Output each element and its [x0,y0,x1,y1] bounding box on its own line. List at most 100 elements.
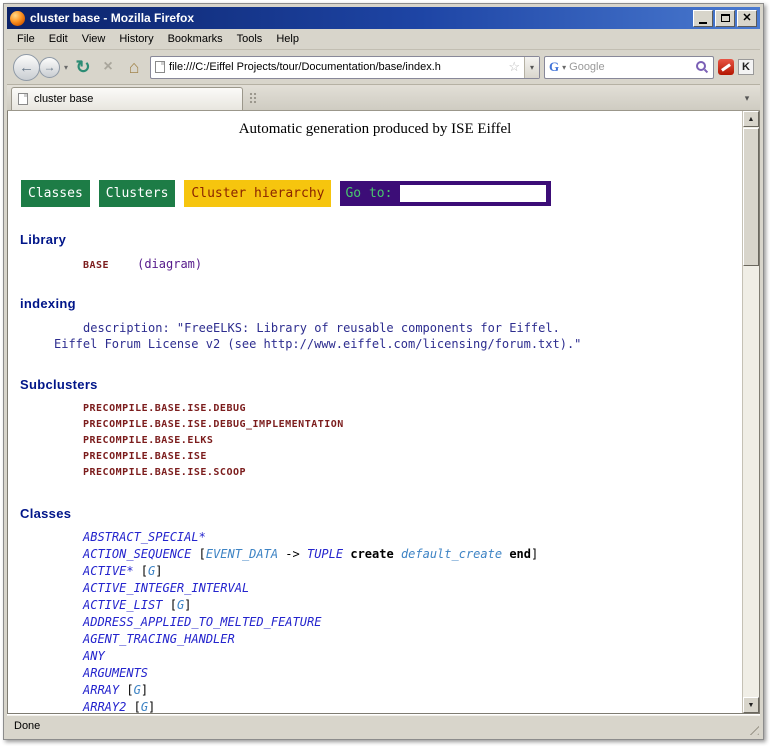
class-link[interactable]: G [141,700,148,713]
subcluster-link[interactable]: PRECOMPILE.BASE.ISE.DEBUG_IMPLEMENTATION [83,417,742,433]
maximize-button[interactable] [715,10,735,27]
google-logo-icon[interactable]: G [549,59,559,75]
maximize-icon [721,14,730,22]
class-link[interactable]: G [134,683,141,697]
scroll-up-button[interactable]: ▲ [743,111,759,127]
status-bar: Done [7,714,760,736]
class-entry: ACTIVE_INTEGER_INTERVAL [83,580,742,597]
search-input[interactable] [569,61,692,73]
navigation-toolbar: ← → ▾ ↻ × ⌂ ☆ ▾ G ▾ K [7,50,760,85]
resize-grip[interactable] [746,722,759,735]
title-bar[interactable]: cluster base - Mozilla Firefox ✕ [7,7,760,29]
subcluster-link[interactable]: PRECOMPILE.BASE.ELKS [83,433,742,449]
search-magnifier-icon[interactable] [695,60,709,74]
indexing-heading: indexing [20,296,742,311]
back-button[interactable]: ← [13,54,40,81]
class-entry: ARGUMENTS [83,665,742,682]
scroll-down-button[interactable]: ▼ [743,697,759,713]
minimize-button[interactable] [693,10,713,27]
back-icon: ← [19,59,34,76]
page-favicon [155,61,165,73]
class-entry: AGENT_TRACING_HANDLER [83,631,742,648]
class-text: ] [531,547,538,561]
library-name-link[interactable]: BASE [83,260,109,271]
menu-history[interactable]: History [112,30,160,48]
class-link[interactable]: ABSTRACT_SPECIAL* [83,530,206,544]
page-nav-buttons: Classes Clusters Cluster hierarchy Go to… [21,180,742,207]
clusters-button[interactable]: Clusters [99,180,176,207]
class-link[interactable]: ARRAY2 [83,700,126,713]
subclusters-list: PRECOMPILE.BASE.ISE.DEBUGPRECOMPILE.BASE… [8,401,742,481]
goto-input[interactable] [400,185,546,202]
tab-label: cluster base [34,93,93,105]
classes-button[interactable]: Classes [21,180,90,207]
class-link[interactable]: ARGUMENTS [83,666,148,680]
tab-cluster-base[interactable]: cluster base [11,87,243,110]
window-controls: ✕ [693,10,757,27]
menu-bar: FileEditViewHistoryBookmarksToolsHelp [7,29,760,50]
menu-bookmarks[interactable]: Bookmarks [161,30,230,48]
forward-button[interactable]: → [39,57,60,78]
stop-button[interactable]: × [98,58,118,76]
class-link[interactable]: ANY [83,649,105,663]
scrollbar-thumb[interactable] [743,128,759,266]
extension-k-icon[interactable]: K [738,59,754,75]
class-entry: ABSTRACT_SPECIAL* [83,529,742,546]
reload-icon: ↻ [75,57,90,77]
vertical-scrollbar[interactable]: ▲ ▼ [742,111,759,713]
class-link[interactable]: ADDRESS_APPLIED_TO_MELTED_FEATURE [83,615,321,629]
location-dropdown-button[interactable]: ▾ [524,57,539,78]
subclusters-heading: Subclusters [20,377,742,392]
extension-red-icon[interactable] [718,59,734,75]
indexing-description-line2: Eiffel Forum License v2 (see http://www.… [54,336,742,352]
indexing-description-line1: description: "FreeELKS: Library of reusa… [83,320,742,336]
history-dropdown-button[interactable]: ▾ [64,63,68,72]
minimize-icon [699,22,707,24]
menu-view[interactable]: View [75,30,113,48]
subcluster-link[interactable]: PRECOMPILE.BASE.ISE.SCOOP [83,465,742,481]
subcluster-link[interactable]: PRECOMPILE.BASE.ISE.DEBUG [83,401,742,417]
class-text: [ [162,598,176,612]
home-button[interactable]: ⌂ [122,57,146,78]
cluster-hierarchy-button[interactable]: Cluster hierarchy [184,180,331,207]
status-text: Done [14,720,40,732]
class-text: [ [191,547,205,561]
menu-tools[interactable]: Tools [230,30,270,48]
class-link[interactable]: ACTIVE* [83,564,134,578]
class-link[interactable]: ACTIVE_LIST [83,598,162,612]
tab-bar: cluster base ▾ [7,85,760,111]
forward-icon: → [44,60,56,74]
document-page: Automatic generation produced by ISE Eif… [8,111,742,713]
bookmark-star-icon[interactable]: ☆ [508,59,520,75]
search-engine-dropdown[interactable]: ▾ [562,63,566,72]
class-link[interactable]: EVENT_DATA [206,547,278,561]
classes-heading: Classes [20,506,742,521]
location-bar: ☆ ▾ [150,56,540,79]
class-link[interactable]: default_create [401,547,502,561]
list-all-tabs-button[interactable]: ▾ [738,88,756,108]
class-link[interactable]: ACTION_SEQUENCE [83,547,191,561]
firefox-window: cluster base - Mozilla Firefox ✕ FileEdi… [3,3,764,740]
goto-box: Go to: [340,181,551,206]
diagram-link[interactable]: (diagram) [137,257,202,271]
menu-help[interactable]: Help [269,30,306,48]
class-text [394,547,401,561]
reload-button[interactable]: ↻ [72,57,94,78]
class-text: create [350,547,393,561]
class-link[interactable]: TUPLE [307,547,343,561]
menu-file[interactable]: File [10,30,42,48]
search-bar: G ▾ [544,56,714,79]
class-link[interactable]: AGENT_TRACING_HANDLER [83,632,235,646]
firefox-icon [10,11,25,26]
class-link[interactable]: ARRAY [83,683,119,697]
goto-label: Go to: [345,186,392,201]
menu-edit[interactable]: Edit [42,30,75,48]
close-button[interactable]: ✕ [737,10,757,27]
subcluster-link[interactable]: PRECOMPILE.BASE.ISE [83,449,742,465]
url-input[interactable] [169,61,504,73]
class-text: ] [148,700,155,713]
class-link[interactable]: ACTIVE_INTEGER_INTERVAL [83,581,249,595]
class-text: [ [126,700,140,713]
class-entry: ACTION_SEQUENCE [EVENT_DATA -> TUPLE cre… [83,546,742,563]
class-entry: ACTIVE* [G] [83,563,742,580]
